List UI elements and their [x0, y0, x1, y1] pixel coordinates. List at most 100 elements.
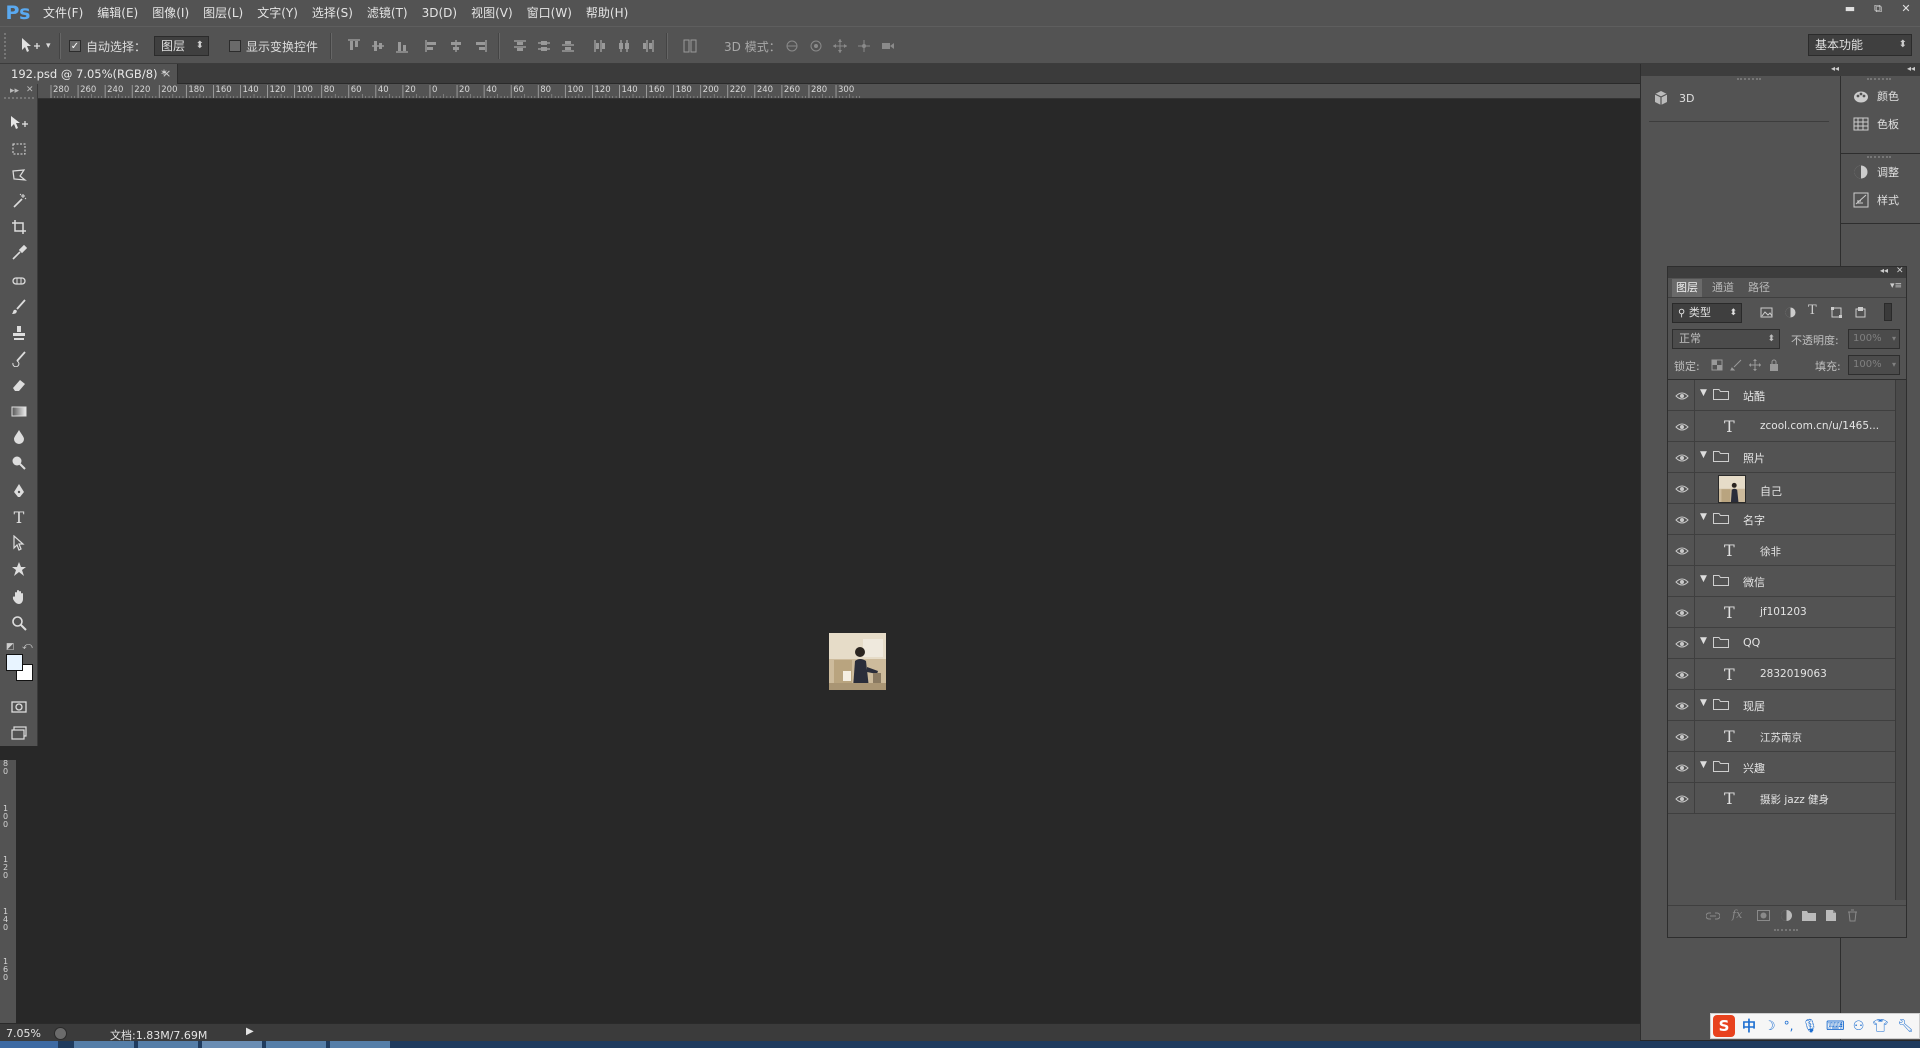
menu-window[interactable]: 窗口(W) [520, 0, 579, 26]
lock-all-icon[interactable] [1768, 359, 1780, 371]
lock-position-icon[interactable] [1749, 359, 1761, 371]
eraser-tool-icon[interactable] [8, 374, 30, 396]
ime-keyboard-icon[interactable]: ⌨ [1826, 1019, 1845, 1034]
panel-swatches-button[interactable]: 色板 [1853, 116, 1899, 132]
taskbar-app-1[interactable] [74, 1041, 134, 1048]
align-vcenter-icon[interactable] [370, 38, 386, 54]
auto-select-checkbox[interactable]: ✓ [69, 40, 81, 52]
new-layer-icon[interactable] [1825, 909, 1837, 922]
close-tools-icon[interactable]: ✕ [26, 85, 34, 95]
move-tool-icon[interactable] [8, 112, 30, 134]
opacity-input[interactable]: 100% ▾ [1848, 329, 1900, 349]
layer-group-row[interactable]: ▼ QQ [1668, 628, 1895, 659]
collapse-layers-panel-icon[interactable]: ◂◂ [1880, 266, 1888, 275]
taskbar-app-2[interactable] [138, 1041, 198, 1048]
dodge-tool-icon[interactable] [8, 452, 30, 474]
swap-colors-icon[interactable]: ⤺ [22, 641, 33, 652]
blend-mode-dropdown[interactable]: 正常 ⬍ [1672, 329, 1780, 349]
align-bottom-icon[interactable] [394, 38, 410, 54]
visibility-eye-icon[interactable] [1675, 483, 1689, 495]
document-image[interactable] [829, 633, 886, 690]
menu-filter[interactable]: 滤镜(T) [360, 0, 415, 26]
custom-shape-tool-icon[interactable] [8, 558, 30, 580]
align-left-icon[interactable] [424, 38, 440, 54]
panel-3d-button[interactable]: 3D [1653, 90, 1694, 106]
distribute-left-icon[interactable] [592, 38, 608, 54]
add-mask-icon[interactable] [1757, 910, 1770, 921]
healing-brush-tool-icon[interactable] [8, 270, 30, 292]
history-brush-tool-icon[interactable] [8, 348, 30, 370]
ime-user-icon[interactable]: ⚇ [1853, 1019, 1865, 1034]
panel-color-button[interactable]: 颜色 [1853, 88, 1899, 104]
auto-align-icon[interactable] [682, 38, 698, 54]
zoom-level[interactable]: 7.05% [6, 1027, 41, 1040]
close-window-button[interactable]: ✕ [1892, 0, 1920, 18]
workspace-dropdown[interactable]: 基本功能 [1808, 34, 1912, 56]
minimize-button[interactable]: ▬ [1836, 0, 1864, 18]
filter-type-icon[interactable]: T [1808, 303, 1817, 318]
path-selection-tool-icon[interactable] [8, 532, 30, 554]
close-layers-panel-icon[interactable]: ✕ [1896, 266, 1904, 276]
layer-group-row[interactable]: ▼ 名字 [1668, 504, 1895, 535]
layer-row[interactable]: Tzcool.com.cn/u/1465... [1668, 411, 1895, 442]
delete-layer-icon[interactable] [1847, 909, 1858, 922]
ime-voice-icon[interactable]: 🎙︎ [1801, 1019, 1818, 1034]
panel-adjustments-button[interactable]: 调整 [1853, 164, 1899, 180]
visibility-eye-icon[interactable] [1675, 669, 1689, 681]
tab-channels[interactable]: 通道 [1708, 279, 1738, 297]
sogou-logo[interactable]: S [1713, 1015, 1735, 1037]
layer-group-row[interactable]: ▼ 站酷 [1668, 380, 1895, 411]
filter-pixel-icon[interactable] [1760, 306, 1773, 319]
layer-row[interactable]: T 徐非 [1668, 535, 1895, 566]
status-menu-arrow-icon[interactable]: ▶ [246, 1026, 254, 1037]
distribute-top-icon[interactable] [512, 38, 528, 54]
visibility-eye-icon[interactable] [1675, 607, 1689, 619]
align-hcenter-icon[interactable] [448, 38, 464, 54]
layer-group-row[interactable]: ▼ 现居 [1668, 690, 1895, 721]
visibility-eye-icon[interactable] [1675, 638, 1689, 650]
visibility-eye-icon[interactable] [1675, 390, 1689, 402]
expand-group-icon[interactable]: ▼ [1700, 450, 1707, 460]
close-document-icon[interactable]: × [162, 64, 171, 84]
clone-stamp-tool-icon[interactable] [8, 322, 30, 344]
expand-group-icon[interactable]: ▼ [1700, 388, 1707, 398]
tab-layers[interactable]: 图层 [1672, 279, 1702, 297]
ime-language-toggle[interactable]: 中 [1742, 1016, 1756, 1036]
taskbar-app-5[interactable] [330, 1041, 390, 1048]
filter-kind-dropdown[interactable]: ⚲ 类型 ⬍ [1672, 303, 1742, 323]
menu-select[interactable]: 选择(S) [305, 0, 360, 26]
restore-button[interactable]: ⧉ [1864, 0, 1892, 18]
default-colors-icon[interactable]: ◩ [6, 642, 15, 652]
taskbar-app-4[interactable] [266, 1041, 326, 1048]
link-layers-icon[interactable] [1706, 911, 1720, 921]
hand-tool-icon[interactable] [8, 586, 30, 608]
layer-group-row[interactable]: ▼ 兴趣 [1668, 752, 1895, 783]
expand-group-icon[interactable]: ▼ [1700, 760, 1707, 770]
document-tab[interactable]: 192.psd @ 7.05%(RGB/8) * [0, 64, 178, 84]
align-top-icon[interactable] [346, 38, 362, 54]
pen-tool-icon[interactable] [8, 480, 30, 502]
layer-style-fx-icon[interactable]: fx [1732, 908, 1742, 921]
layer-row[interactable]: T 2832019063 [1668, 659, 1895, 690]
fill-input[interactable]: 100% ▾ [1848, 355, 1900, 375]
3d-pan-icon[interactable] [832, 38, 848, 54]
ime-punctuation-icon[interactable]: °, [1784, 1019, 1794, 1033]
distribute-hcenter-icon[interactable] [616, 38, 632, 54]
menu-image[interactable]: 图像(I) [145, 0, 196, 26]
menu-type[interactable]: 文字(Y) [250, 0, 305, 26]
collapse-dock-icon[interactable]: ◂◂ [1831, 64, 1839, 73]
lock-transparent-pixels-icon[interactable] [1711, 359, 1723, 371]
lasso-tool-icon[interactable] [8, 164, 30, 186]
filter-shape-icon[interactable] [1830, 306, 1843, 319]
3d-scale-icon[interactable] [880, 38, 896, 54]
visibility-eye-icon[interactable] [1675, 545, 1689, 557]
filter-adjustment-icon[interactable] [1784, 306, 1797, 319]
3d-slide-icon[interactable] [856, 38, 872, 54]
zoom-tool-icon[interactable] [8, 612, 30, 634]
visibility-eye-icon[interactable] [1675, 452, 1689, 464]
eyedropper-tool-icon[interactable] [8, 242, 30, 264]
layer-row[interactable]: T 摄影 jazz 健身 [1668, 783, 1895, 814]
crop-tool-icon[interactable] [8, 216, 30, 238]
magic-wand-tool-icon[interactable] [8, 190, 30, 212]
menu-file[interactable]: 文件(F) [36, 0, 90, 26]
